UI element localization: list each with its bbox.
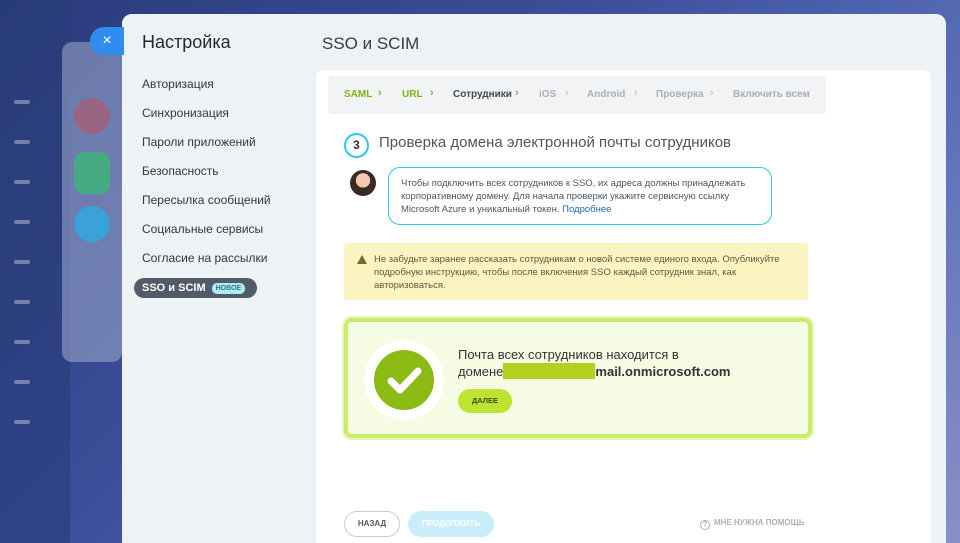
warning-alert: Не забудьте заранее рассказать сотрудник… [344,243,808,300]
help-icon: ? [700,520,710,530]
step-number: 3 [344,133,369,158]
close-button[interactable]: × [90,27,124,55]
new-badge: НОВОЕ [211,282,246,294]
domain-line: домене mail.onmicrosoft.com [458,363,798,380]
step-ios: iOS [539,89,557,100]
sidebar-item-mailing-consent[interactable]: Согласие на рассылки [142,249,267,267]
settings-sidebar: Настройка Авторизация Синхронизация Паро… [122,14,298,543]
background-app-sidebar [0,0,70,543]
wizard-content: SAML › URL › Сотрудники › iOS › Android … [316,70,931,543]
wizard-stepper: SAML › URL › Сотрудники › iOS › Android … [328,76,826,114]
success-message: Почта всех сотрудников находится в домен… [458,346,798,380]
learn-more-link[interactable]: Подробнее [562,204,611,215]
step-android: Android [587,89,626,100]
sidebar-item-message-forwarding[interactable]: Пересылка сообщений [142,191,271,209]
page-title: SSO и SCIM [322,34,420,53]
help-link[interactable]: ? МНЕ НУЖНА ПОМОЩЬ [700,518,805,530]
success-line: Почта всех сотрудников находится в [458,347,679,362]
sidebar-item-sync[interactable]: Синхронизация [142,104,229,122]
background-app-icon [14,380,30,384]
sidebar-item-security[interactable]: Безопасность [142,162,219,180]
step-url[interactable]: URL [402,89,423,100]
settings-modal: Настройка Авторизация Синхронизация Паро… [122,14,946,543]
background-app-panel [62,42,122,362]
step-heading: Проверка домена электронной почты сотруд… [379,134,732,151]
sidebar-item-sso-scim[interactable]: SSO и SCIM НОВОЕ [134,278,258,298]
background-app-icon [14,220,30,224]
checkmark-icon [374,350,434,410]
background-app-icon [14,140,30,144]
background-app-icon [14,100,30,104]
background-app-icon [14,180,30,184]
background-app-green-tile [74,152,110,194]
background-app-icon [14,260,30,264]
settings-title: Настройка [142,32,231,52]
chevron-right-icon: › [565,87,569,99]
step-enable-all: Включить всем [733,89,810,100]
background-app-icon [14,420,30,424]
sidebar-item-social-services[interactable]: Социальные сервисы [142,220,263,238]
info-bubble: Чтобы подключить всех сотрудников к SSO,… [388,167,772,225]
chevron-right-icon: › [378,87,382,99]
sidebar-item-label: SSO и SCIM [142,282,206,294]
step-check: Проверка [656,89,704,100]
next-button[interactable]: ДАЛЕЕ [458,389,512,413]
background-app-avatar [74,98,110,134]
background-app-icon [14,300,30,304]
background-app-blue-tile [74,206,110,242]
sidebar-item-authorization[interactable]: Авторизация [142,75,214,93]
sidebar-item-app-passwords[interactable]: Пароли приложений [142,133,256,151]
back-button[interactable]: НАЗАД [344,511,400,537]
background-app-icon [14,340,30,344]
help-label: МНЕ НУЖНА ПОМОЩЬ [714,518,805,527]
chevron-right-icon: › [515,87,519,99]
continue-button[interactable]: ПРОДОЛЖИТЬ [408,511,494,537]
success-circle [364,340,444,420]
step-employees[interactable]: Сотрудники [453,89,512,100]
close-icon: × [102,32,112,49]
domain-suffix: mail.onmicrosoft.com [595,364,731,379]
assistant-avatar [350,170,376,196]
chevron-right-icon: › [710,87,714,99]
domain-verified-card: Почта всех сотрудников находится в домен… [344,318,812,438]
warning-text: Не забудьте заранее рассказать сотрудник… [374,254,780,291]
warning-icon [357,255,367,264]
domain-prefix: домене [458,364,504,379]
step-saml[interactable]: SAML [344,89,372,100]
chevron-right-icon: › [634,87,638,99]
redacted-domain [503,363,596,379]
chevron-right-icon: › [430,87,434,99]
